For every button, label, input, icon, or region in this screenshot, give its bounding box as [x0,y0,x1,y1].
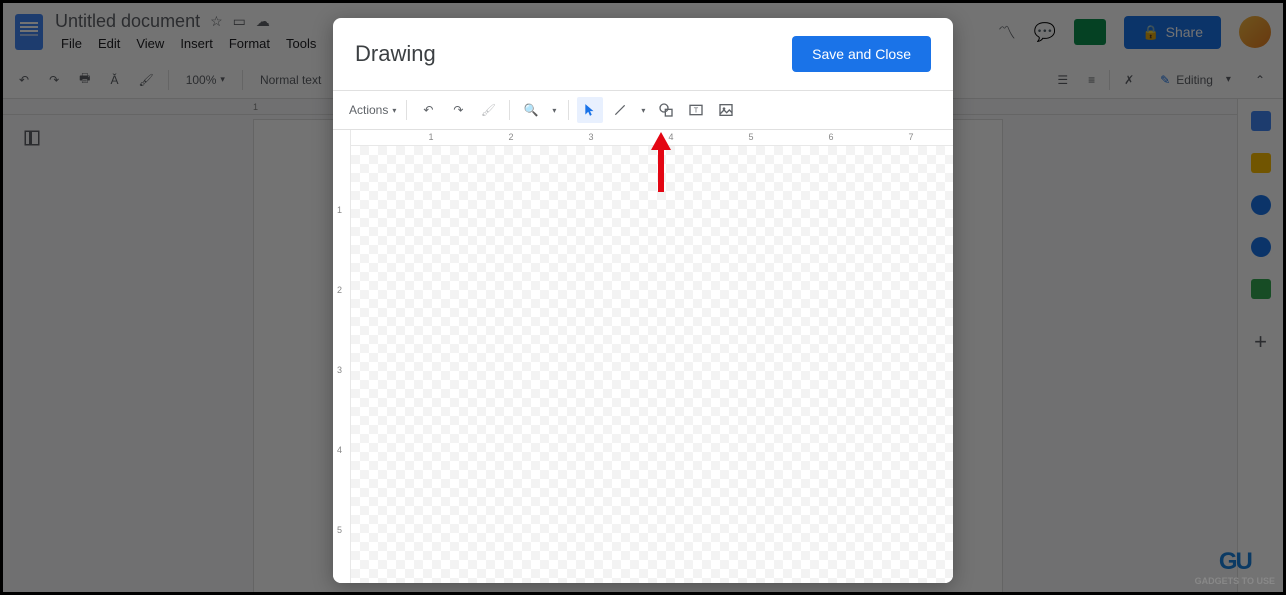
drawing-modal: Drawing Save and Close Actions▾ ↶ ↷ 🖌 🔍 … [333,18,953,583]
modal-overlay: Drawing Save and Close Actions▾ ↶ ↷ 🖌 🔍 … [3,3,1283,592]
ruler-mark: 2 [508,132,513,142]
watermark: GU GADGETS TO USE [1195,548,1275,586]
ruler-mark: 3 [337,365,342,375]
undo-icon[interactable]: ↶ [415,97,441,123]
ruler-mark: 5 [748,132,753,142]
modal-title: Drawing [355,41,436,67]
redo-icon[interactable]: ↷ [445,97,471,123]
line-tool-icon[interactable] [607,97,633,123]
ruler-mark: 5 [337,525,342,535]
zoom-icon[interactable]: 🔍 [518,97,544,123]
drawing-toolbar: Actions▾ ↶ ↷ 🖌 🔍 ▾ ▾ T [333,90,953,130]
select-tool-icon[interactable] [577,97,603,123]
ruler-mark: 1 [428,132,433,142]
ruler-mark: 4 [337,445,342,455]
textbox-tool-icon[interactable]: T [683,97,709,123]
draw-workspace: 1 2 3 4 5 1 2 3 4 5 6 7 [333,130,953,583]
shape-tool-icon[interactable] [653,97,679,123]
svg-text:T: T [694,106,699,115]
line-dropdown-icon[interactable]: ▾ [637,97,649,123]
watermark-tag: GADGETS TO USE [1195,576,1275,586]
save-and-close-button[interactable]: Save and Close [792,36,931,72]
watermark-logo: GU [1195,548,1275,576]
zoom-dropdown-icon[interactable]: ▾ [548,97,560,123]
ruler-mark: 1 [337,205,342,215]
ruler-mark: 3 [588,132,593,142]
annotation-arrow-icon [649,132,673,196]
vertical-ruler[interactable]: 1 2 3 4 5 [333,130,351,583]
separator [406,100,407,120]
ruler-mark: 6 [828,132,833,142]
ruler-mark: 7 [908,132,913,142]
ruler-mark: 2 [337,285,342,295]
separator [568,100,569,120]
actions-dropdown[interactable]: Actions▾ [347,99,398,121]
drawing-canvas[interactable] [351,146,953,583]
image-tool-icon[interactable] [713,97,739,123]
paint-format-icon[interactable]: 🖌 [475,97,501,123]
separator [509,100,510,120]
modal-header: Drawing Save and Close [333,18,953,90]
